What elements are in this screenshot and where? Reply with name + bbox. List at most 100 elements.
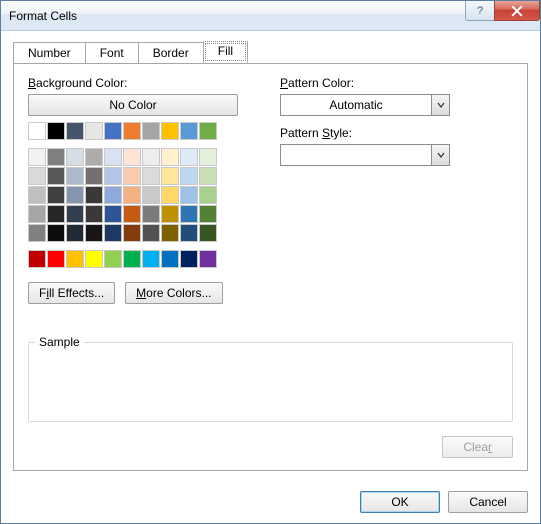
color-swatch[interactable] [47, 205, 65, 223]
color-swatch[interactable] [66, 205, 84, 223]
color-swatch[interactable] [199, 186, 217, 204]
color-swatch[interactable] [123, 148, 141, 166]
color-swatch[interactable] [142, 224, 160, 242]
theme-shades-grid [28, 148, 248, 242]
color-swatch[interactable] [161, 167, 179, 185]
color-swatch[interactable] [66, 148, 84, 166]
color-swatch[interactable] [104, 250, 122, 268]
color-swatch[interactable] [28, 205, 46, 223]
tab-font[interactable]: Font [85, 42, 139, 64]
color-swatch[interactable] [180, 122, 198, 140]
color-swatch[interactable] [199, 122, 217, 140]
dialog-footer: OK Cancel [1, 483, 540, 523]
color-swatch[interactable] [47, 167, 65, 185]
sample-label: Sample [35, 335, 84, 349]
color-swatch[interactable] [123, 186, 141, 204]
color-swatch[interactable] [161, 186, 179, 204]
color-swatch[interactable] [47, 122, 65, 140]
standard-colors-row [28, 250, 248, 268]
color-swatch[interactable] [47, 148, 65, 166]
color-swatch[interactable] [199, 148, 217, 166]
fill-effects-button[interactable]: Fill Effects... [28, 282, 115, 304]
color-swatch[interactable] [85, 250, 103, 268]
background-color-label: Background Color: [28, 76, 248, 90]
color-swatch[interactable] [85, 186, 103, 204]
color-swatch[interactable] [85, 224, 103, 242]
close-button[interactable] [494, 1, 540, 21]
sample-group: Sample [28, 342, 513, 422]
color-swatch[interactable] [47, 250, 65, 268]
color-swatch[interactable] [104, 148, 122, 166]
chevron-down-icon [431, 145, 449, 165]
ok-button[interactable]: OK [360, 491, 440, 513]
color-swatch[interactable] [199, 250, 217, 268]
close-icon [511, 5, 523, 17]
more-colors-button[interactable]: More Colors... [125, 282, 222, 304]
color-swatch[interactable] [142, 167, 160, 185]
color-swatch[interactable] [123, 250, 141, 268]
color-swatch[interactable] [199, 167, 217, 185]
fill-panel: Background Color: No Color Fill Effects.… [13, 63, 528, 471]
color-swatch[interactable] [199, 205, 217, 223]
color-swatch[interactable] [161, 148, 179, 166]
color-swatch[interactable] [104, 205, 122, 223]
color-swatch[interactable] [123, 205, 141, 223]
color-swatch[interactable] [180, 250, 198, 268]
color-swatch[interactable] [199, 224, 217, 242]
chevron-down-icon [431, 95, 449, 115]
color-swatch[interactable] [161, 250, 179, 268]
color-swatch[interactable] [123, 167, 141, 185]
color-swatch[interactable] [161, 205, 179, 223]
color-swatch[interactable] [104, 122, 122, 140]
color-swatch[interactable] [180, 148, 198, 166]
color-swatch[interactable] [47, 224, 65, 242]
color-swatch[interactable] [66, 186, 84, 204]
color-swatch[interactable] [66, 167, 84, 185]
color-swatch[interactable] [28, 186, 46, 204]
color-swatch[interactable] [85, 205, 103, 223]
dialog-content: Number Font Border Fill Background Color… [1, 31, 540, 483]
color-swatch[interactable] [142, 205, 160, 223]
color-swatch[interactable] [66, 224, 84, 242]
color-swatch[interactable] [47, 186, 65, 204]
color-swatch[interactable] [104, 224, 122, 242]
color-swatch[interactable] [142, 250, 160, 268]
color-swatch[interactable] [85, 122, 103, 140]
pattern-color-combo[interactable]: Automatic [280, 94, 450, 116]
color-swatch[interactable] [28, 148, 46, 166]
color-swatch[interactable] [28, 167, 46, 185]
format-cells-dialog: Format Cells ? Number Font Border Fill B… [0, 0, 541, 524]
color-swatch[interactable] [142, 186, 160, 204]
color-swatch[interactable] [28, 122, 46, 140]
window-title: Format Cells [1, 9, 77, 23]
pattern-style-label: Pattern Style: [280, 126, 513, 140]
color-swatch[interactable] [28, 224, 46, 242]
help-button[interactable]: ? [465, 1, 495, 21]
tab-fill[interactable]: Fill [203, 41, 248, 63]
pattern-style-combo[interactable] [280, 144, 450, 166]
color-swatch[interactable] [123, 224, 141, 242]
cancel-button[interactable]: Cancel [448, 491, 528, 513]
color-swatch[interactable] [123, 122, 141, 140]
color-swatch[interactable] [180, 167, 198, 185]
color-swatch[interactable] [180, 186, 198, 204]
color-swatch[interactable] [180, 224, 198, 242]
tab-strip: Number Font Border Fill [13, 41, 528, 63]
tab-border[interactable]: Border [138, 42, 204, 64]
color-swatch[interactable] [142, 148, 160, 166]
color-swatch[interactable] [28, 250, 46, 268]
color-swatch[interactable] [104, 186, 122, 204]
theme-colors-row [28, 122, 248, 140]
color-swatch[interactable] [85, 148, 103, 166]
color-swatch[interactable] [104, 167, 122, 185]
color-swatch[interactable] [66, 250, 84, 268]
color-swatch[interactable] [161, 122, 179, 140]
window-controls: ? [466, 1, 540, 21]
no-color-button[interactable]: No Color [28, 94, 238, 116]
tab-number[interactable]: Number [13, 42, 86, 64]
color-swatch[interactable] [180, 205, 198, 223]
color-swatch[interactable] [142, 122, 160, 140]
color-swatch[interactable] [85, 167, 103, 185]
color-swatch[interactable] [161, 224, 179, 242]
color-swatch[interactable] [66, 122, 84, 140]
